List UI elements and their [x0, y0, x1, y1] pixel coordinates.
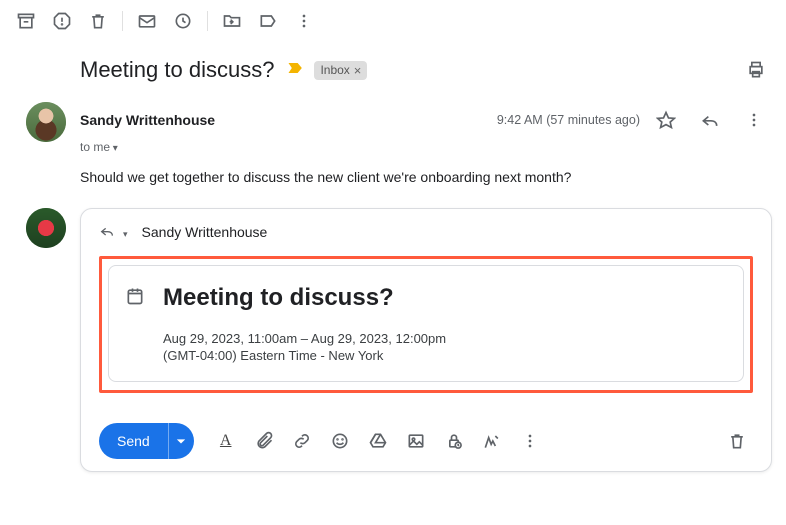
- message-header: Sandy Writtenhouse 9:42 AM (57 minutes a…: [80, 102, 772, 138]
- reply-to-name: Sandy Writtenhouse: [142, 224, 268, 240]
- calendar-icon: [125, 286, 145, 311]
- sender-avatar[interactable]: [26, 102, 66, 142]
- message-body: Should we get together to discuss the ne…: [80, 168, 772, 188]
- event-timezone: (GMT-04:00) Eastern Time - New York: [163, 348, 446, 363]
- timestamp: 9:42 AM (57 minutes ago): [497, 113, 640, 127]
- delete-icon[interactable]: [80, 3, 116, 39]
- confidential-icon[interactable]: [438, 425, 470, 457]
- send-button[interactable]: Send: [99, 423, 168, 459]
- compose-toolbar: Send A: [99, 423, 753, 459]
- snooze-icon[interactable]: [165, 3, 201, 39]
- image-icon[interactable]: [400, 425, 432, 457]
- reply-mode-icon[interactable]: [99, 223, 115, 242]
- subject-row: Meeting to discuss? Inbox ×: [0, 42, 786, 98]
- sender-name: Sandy Writtenhouse: [80, 112, 215, 128]
- more-icon[interactable]: [736, 102, 772, 138]
- star-icon[interactable]: [648, 102, 684, 138]
- drive-icon[interactable]: [362, 425, 394, 457]
- recipients[interactable]: to me: [80, 140, 772, 154]
- spam-icon[interactable]: [44, 3, 80, 39]
- compose-area: Sandy Writtenhouse Meeting to discuss? A…: [26, 208, 772, 472]
- importance-marker-icon[interactable]: [286, 58, 306, 83]
- emoji-icon[interactable]: [324, 425, 356, 457]
- signature-icon[interactable]: [476, 425, 508, 457]
- reply-icon[interactable]: [692, 102, 728, 138]
- event-time-range: Aug 29, 2023, 11:00am – Aug 29, 2023, 12…: [163, 330, 446, 348]
- discard-draft-icon[interactable]: [721, 425, 753, 457]
- reply-header: Sandy Writtenhouse: [99, 223, 753, 242]
- label-icon[interactable]: [250, 3, 286, 39]
- divider: [207, 11, 208, 31]
- my-avatar[interactable]: [26, 208, 66, 248]
- link-icon[interactable]: [286, 425, 318, 457]
- reply-card: Sandy Writtenhouse Meeting to discuss? A…: [80, 208, 772, 472]
- event-title: Meeting to discuss?: [163, 284, 446, 312]
- event-highlight-box: Meeting to discuss? Aug 29, 2023, 11:00a…: [99, 256, 753, 393]
- action-toolbar: [0, 0, 786, 42]
- remove-label-icon[interactable]: ×: [354, 63, 362, 78]
- more-icon[interactable]: [286, 3, 322, 39]
- move-to-icon[interactable]: [214, 3, 250, 39]
- inbox-label-chip[interactable]: Inbox ×: [314, 61, 367, 80]
- mark-unread-icon[interactable]: [129, 3, 165, 39]
- label-text: Inbox: [320, 63, 349, 77]
- calendar-event-chip[interactable]: Meeting to discuss? Aug 29, 2023, 11:00a…: [108, 265, 744, 382]
- print-icon[interactable]: [738, 52, 774, 88]
- reply-mode-dropdown-icon[interactable]: [121, 224, 128, 240]
- send-dropdown-icon[interactable]: [168, 423, 194, 459]
- formatting-icon[interactable]: A: [210, 425, 242, 457]
- divider: [122, 11, 123, 31]
- email-subject: Meeting to discuss?: [80, 57, 274, 83]
- attach-icon[interactable]: [248, 425, 280, 457]
- message: Sandy Writtenhouse 9:42 AM (57 minutes a…: [0, 98, 786, 196]
- archive-icon[interactable]: [8, 3, 44, 39]
- more-options-icon[interactable]: [514, 425, 546, 457]
